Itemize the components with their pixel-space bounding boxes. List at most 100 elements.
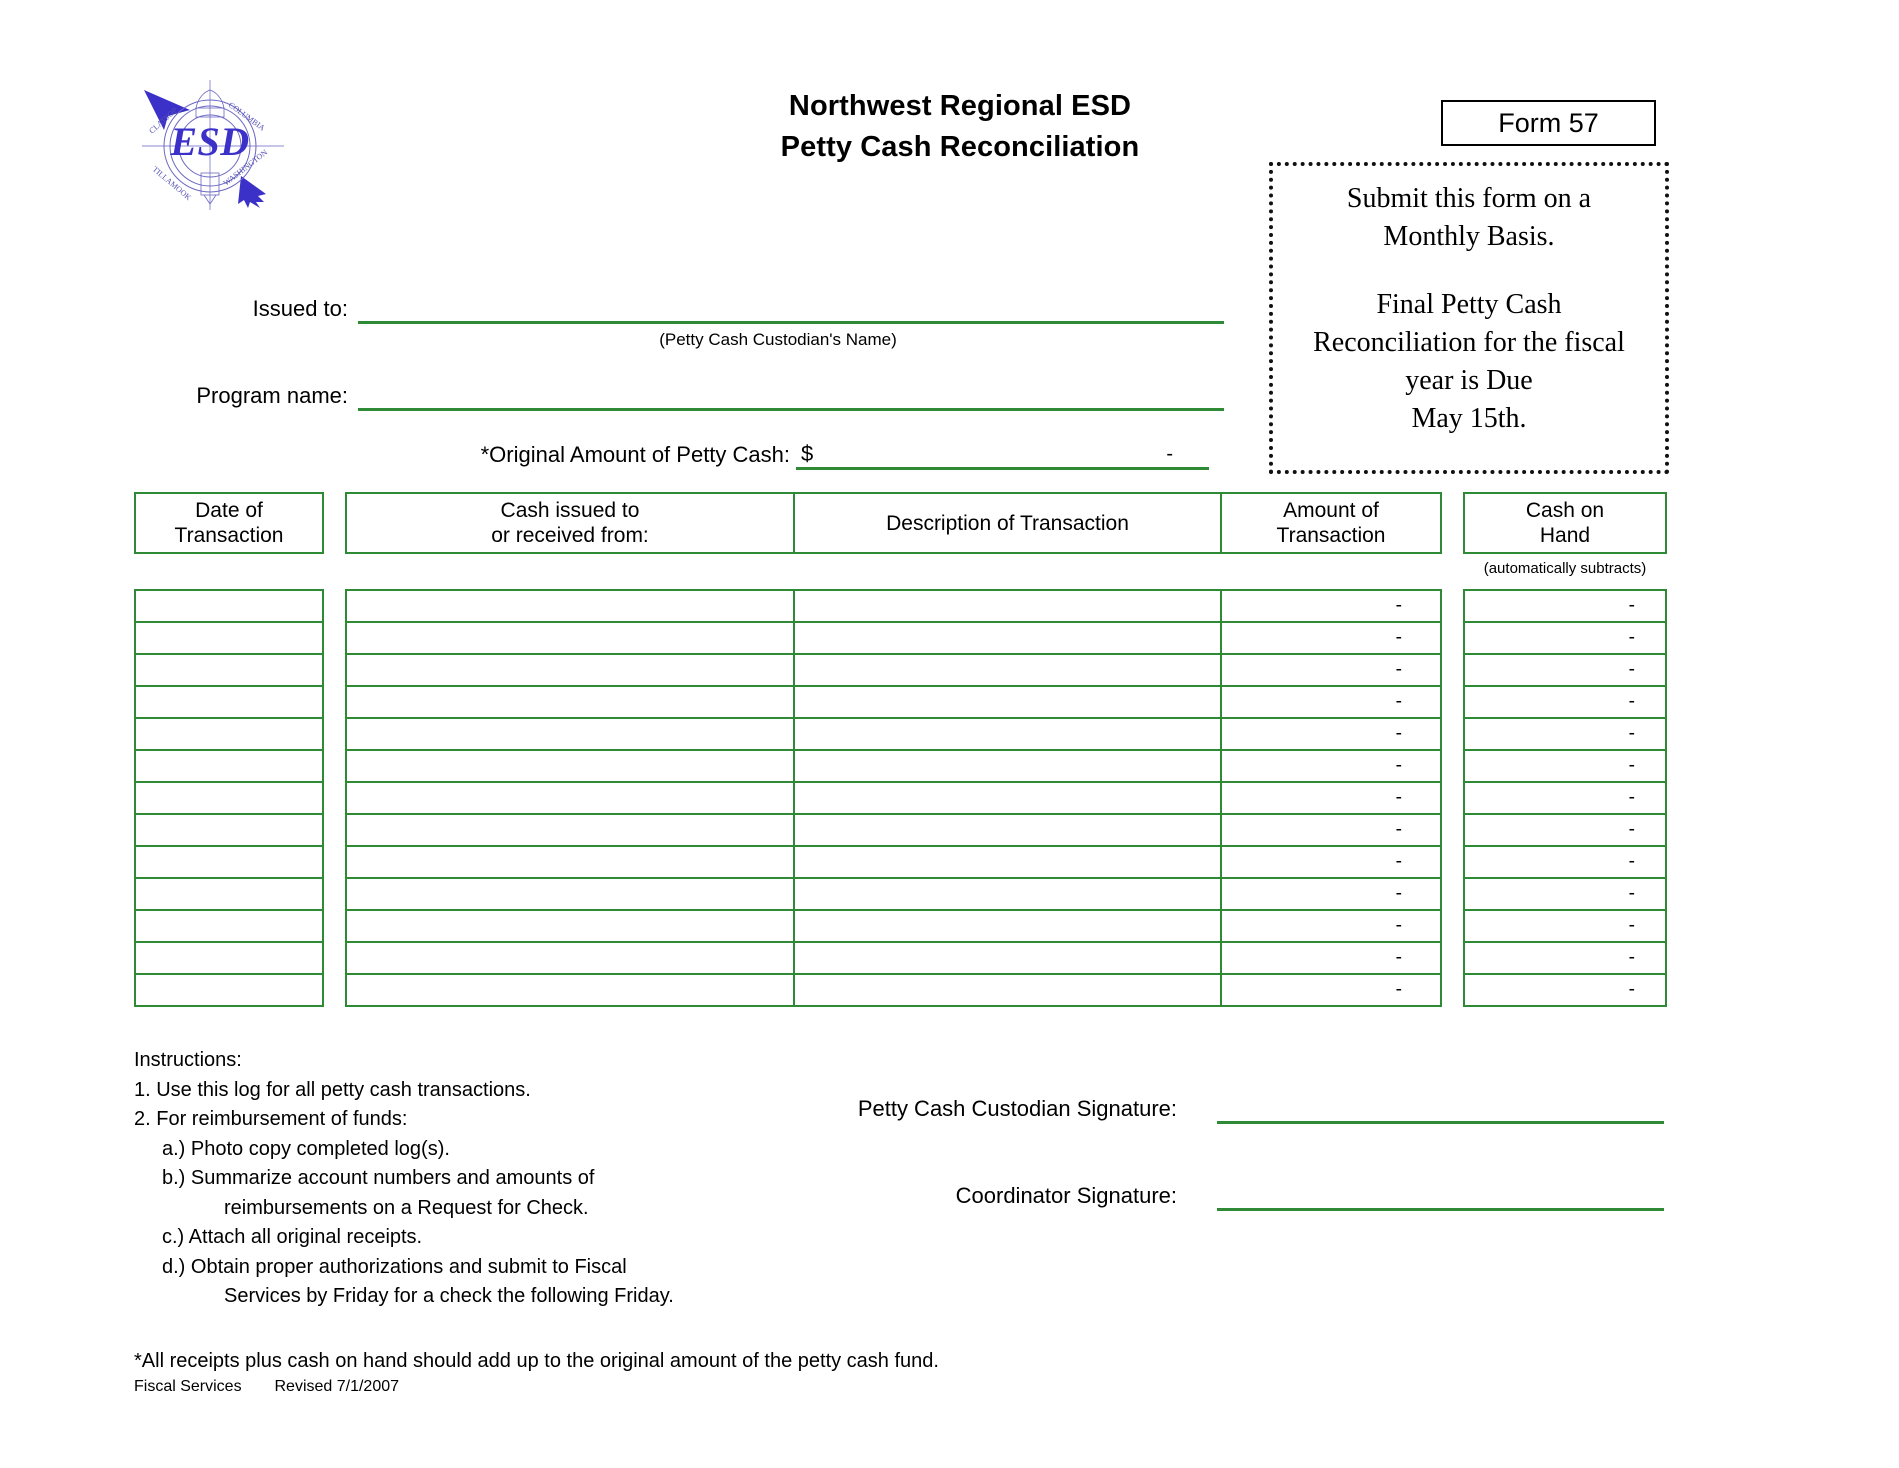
cell-issued-to[interactable]: [345, 685, 795, 719]
cell-date[interactable]: [134, 909, 324, 943]
cell-amount[interactable]: -: [1220, 973, 1442, 1007]
cell-cash-on-hand[interactable]: -: [1463, 717, 1667, 751]
form-page: ESD CLATSOP COLUMBIA TILLAMOOK WASHINGTO…: [0, 0, 1899, 1468]
cell-amount[interactable]: -: [1220, 589, 1442, 623]
cell-cash-on-hand[interactable]: -: [1463, 685, 1667, 719]
cell-cash-on-hand-value: -: [1628, 979, 1635, 1000]
cell-description[interactable]: [793, 909, 1222, 943]
cell-date[interactable]: [134, 653, 324, 687]
cell-amount[interactable]: -: [1220, 685, 1442, 719]
header-line-1: Date of: [195, 499, 263, 522]
cell-cash-on-hand[interactable]: -: [1463, 941, 1667, 975]
cell-description[interactable]: [793, 621, 1222, 655]
cell-issued-to[interactable]: [345, 653, 795, 687]
cell-cash-on-hand[interactable]: -: [1463, 589, 1667, 623]
cell-issued-to[interactable]: [345, 749, 795, 783]
cell-amount[interactable]: -: [1220, 781, 1442, 815]
cell-issued-to[interactable]: [345, 813, 795, 847]
program-name-label: Program name:: [196, 383, 348, 408]
cell-date[interactable]: [134, 813, 324, 847]
cell-issued-to[interactable]: [345, 621, 795, 655]
cell-amount[interactable]: -: [1220, 877, 1442, 911]
cell-date[interactable]: [134, 845, 324, 879]
cell-description[interactable]: [793, 813, 1222, 847]
header-amount-of-transaction: Amount of Transaction: [1220, 492, 1442, 554]
cell-cash-on-hand[interactable]: -: [1463, 621, 1667, 655]
cell-issued-to[interactable]: [345, 589, 795, 623]
cell-description[interactable]: [793, 589, 1222, 623]
cell-issued-to[interactable]: [345, 781, 795, 815]
cell-amount[interactable]: -: [1220, 717, 1442, 751]
cell-date[interactable]: [134, 973, 324, 1007]
cell-description[interactable]: [793, 973, 1222, 1007]
cell-issued-to[interactable]: [345, 909, 795, 943]
notice-line-6: May 15th.: [1411, 403, 1527, 434]
cell-date[interactable]: [134, 877, 324, 911]
cell-issued-to[interactable]: [345, 877, 795, 911]
header-date-of-transaction: Date of Transaction: [134, 492, 324, 554]
cell-date[interactable]: [134, 781, 324, 815]
issued-to-input[interactable]: [358, 321, 1224, 324]
cell-description[interactable]: [793, 781, 1222, 815]
cell-amount[interactable]: -: [1220, 845, 1442, 879]
cell-cash-on-hand[interactable]: -: [1463, 781, 1667, 815]
cell-issued-to[interactable]: [345, 941, 795, 975]
cell-cash-on-hand[interactable]: -: [1463, 813, 1667, 847]
cell-amount-value: -: [1395, 915, 1402, 936]
cell-amount[interactable]: -: [1220, 621, 1442, 655]
issued-to-subtext: (Petty Cash Custodian's Name): [659, 330, 897, 349]
program-name-input[interactable]: [358, 408, 1224, 411]
header-cash-issued-to: Cash issued to or received from:: [345, 492, 795, 554]
form-number-label: Form 57: [1498, 108, 1599, 138]
cell-cash-on-hand[interactable]: -: [1463, 973, 1667, 1007]
page-title: Northwest Regional ESD Petty Cash Reconc…: [560, 86, 1360, 168]
cell-description[interactable]: [793, 685, 1222, 719]
cell-date[interactable]: [134, 941, 324, 975]
notice-line-3: Final Petty Cash: [1376, 289, 1562, 320]
cell-cash-on-hand-value: -: [1628, 755, 1635, 776]
cell-amount[interactable]: -: [1220, 749, 1442, 783]
cell-description[interactable]: [793, 717, 1222, 751]
cell-cash-on-hand[interactable]: -: [1463, 653, 1667, 687]
cell-description[interactable]: [793, 941, 1222, 975]
cell-description[interactable]: [793, 845, 1222, 879]
revision-date: Revised 7/1/2007: [274, 1378, 400, 1395]
cell-cash-on-hand[interactable]: -: [1463, 909, 1667, 943]
coordinator-signature-input[interactable]: [1217, 1208, 1664, 1211]
cell-description[interactable]: [793, 653, 1222, 687]
footnote-text: *All receipts plus cash on hand should a…: [134, 1350, 939, 1372]
cell-amount-value: -: [1395, 947, 1402, 968]
cell-amount[interactable]: -: [1220, 941, 1442, 975]
cell-date[interactable]: [134, 685, 324, 719]
form-number-box: Form 57: [1441, 100, 1656, 146]
header-line-2: Transaction: [1276, 524, 1386, 547]
cell-cash-on-hand[interactable]: -: [1463, 845, 1667, 879]
cell-description[interactable]: [793, 877, 1222, 911]
cell-date[interactable]: [134, 589, 324, 623]
cell-amount[interactable]: -: [1220, 653, 1442, 687]
cell-amount-value: -: [1395, 659, 1402, 680]
cell-amount-value: -: [1395, 979, 1402, 1000]
notice-line-2: Monthly Basis.: [1383, 221, 1555, 252]
svg-text:ESD: ESD: [169, 119, 249, 164]
cell-issued-to[interactable]: [345, 973, 795, 1007]
header-cash-on-hand: Cash on Hand: [1463, 492, 1667, 554]
cell-issued-to[interactable]: [345, 717, 795, 751]
cell-description[interactable]: [793, 749, 1222, 783]
cell-date[interactable]: [134, 621, 324, 655]
cell-cash-on-hand[interactable]: -: [1463, 877, 1667, 911]
cell-cash-on-hand-value: -: [1628, 915, 1635, 936]
header-line-1: Description of Transaction: [886, 511, 1129, 535]
column-cash-issued-to: [345, 589, 795, 1007]
cell-cash-on-hand-value: -: [1628, 819, 1635, 840]
cell-issued-to[interactable]: [345, 845, 795, 879]
custodian-signature-input[interactable]: [1217, 1121, 1664, 1124]
column-description: [793, 589, 1222, 1007]
cell-cash-on-hand[interactable]: -: [1463, 749, 1667, 783]
cell-amount[interactable]: -: [1220, 813, 1442, 847]
cell-amount-value: -: [1395, 755, 1402, 776]
cell-amount[interactable]: -: [1220, 909, 1442, 943]
cell-date[interactable]: [134, 749, 324, 783]
original-amount-input[interactable]: $ -: [796, 442, 1209, 470]
cell-date[interactable]: [134, 717, 324, 751]
